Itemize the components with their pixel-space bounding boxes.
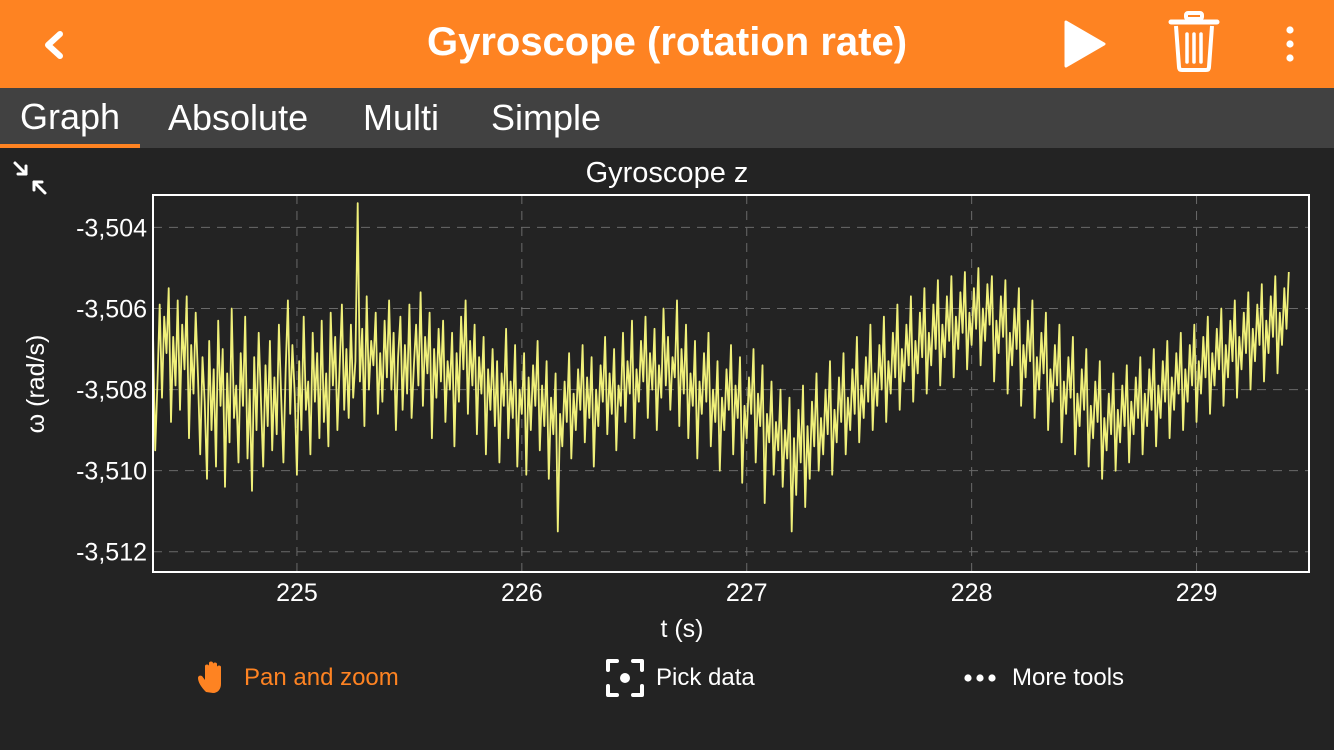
graph-toolbar: Pan and zoom Pick data More tools [0, 648, 1334, 708]
pick-data-label: Pick data [656, 664, 755, 691]
hand-icon [198, 661, 221, 693]
tab-graph[interactable]: Graph [0, 88, 141, 148]
gyroscope-z-series-line [152, 202, 1290, 533]
pan-zoom-label: Pan and zoom [244, 664, 399, 691]
back-button[interactable] [30, 22, 76, 68]
horizontal-ellipsis-icon [964, 674, 996, 682]
x-tick-label: 225 [276, 579, 318, 607]
tab-simple[interactable]: Simple [471, 88, 621, 148]
pick-data-button[interactable]: Pick data [604, 648, 755, 708]
chart-series [152, 202, 1290, 533]
app-header: Gyroscope (rotation rate) [0, 0, 1334, 88]
more-tools-label: More tools [1012, 664, 1125, 691]
page-title: Gyroscope (rotation rate) [426, 20, 908, 64]
more-tools-button[interactable]: More tools [962, 648, 1124, 708]
target-icon [606, 659, 644, 697]
y-tick-label: -3,508 [76, 377, 147, 405]
vertical-ellipsis-icon [1286, 26, 1294, 62]
x-tick-label: 228 [951, 579, 993, 607]
tab-absolute[interactable]: Absolute [148, 88, 328, 148]
x-tick-label: 229 [1176, 579, 1218, 607]
y-tick-label: -3,512 [76, 539, 147, 567]
gyroscope-chart[interactable]: Gyroscope z -3,504-3,506-3,508-3,510-3,5… [0, 148, 1334, 648]
chevron-left-icon [45, 31, 63, 59]
graph-area[interactable]: Gyroscope z -3,504 -3,506 -3,508 -3,510 -3,5… [0, 148, 1334, 648]
y-axis-ticks: -3,504 -3,506 -3,508 -3,510 -3,512 [76, 214, 147, 566]
tab-bar: Graph Absolute Multi Simple [0, 88, 1334, 148]
tab-multi[interactable]: Multi [343, 88, 459, 148]
x-tick-label: 226 [501, 579, 543, 607]
delete-button[interactable] [1166, 10, 1222, 74]
play-button[interactable] [1058, 18, 1110, 70]
y-tick-label: -3,504 [76, 214, 147, 242]
x-axis-label: t (s) [660, 615, 703, 643]
y-axis-label: ω (rad/s) [22, 335, 50, 434]
x-axis-ticks: 225 226 227 228 229 [276, 579, 1217, 607]
pan-zoom-button[interactable]: Pan and zoom [194, 648, 399, 708]
y-tick-label: -3,506 [76, 296, 147, 324]
x-tick-label: 227 [726, 579, 768, 607]
y-tick-label: -3,510 [76, 458, 147, 486]
play-icon [1064, 20, 1106, 68]
chart-title: Gyroscope z [586, 157, 749, 189]
trash-icon [1168, 11, 1220, 72]
more-options-button[interactable] [1272, 20, 1308, 68]
